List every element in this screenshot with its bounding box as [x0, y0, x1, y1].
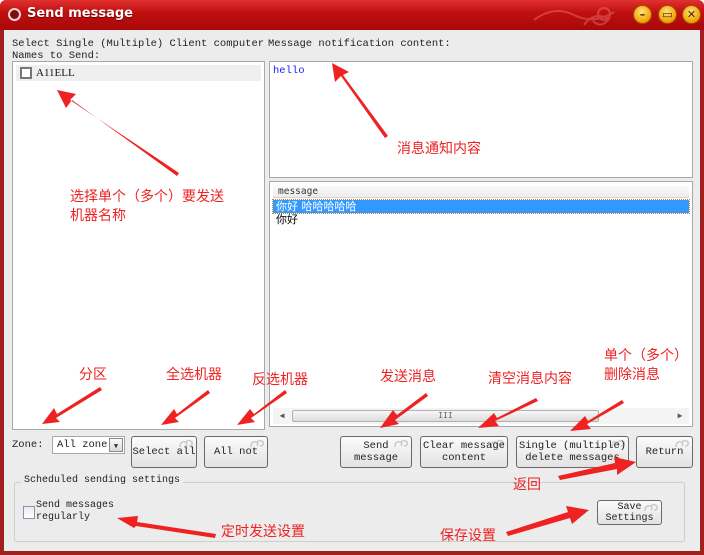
scroll-thumb[interactable]: III: [292, 410, 599, 422]
maximize-button[interactable]: ▭: [658, 5, 677, 24]
scroll-right-icon[interactable]: ▶: [675, 411, 685, 421]
return-button[interactable]: Return: [636, 436, 693, 468]
select-all-button[interactable]: Select all: [131, 436, 197, 468]
annotation-save: 保存设置: [440, 528, 496, 544]
return-label: Return: [645, 446, 684, 458]
close-icon: ✕: [686, 8, 697, 21]
annotation-zone: 分区: [79, 367, 107, 383]
zone-select[interactable]: All zone ▼: [52, 436, 125, 454]
close-button[interactable]: ✕: [682, 5, 701, 24]
client-checkbox[interactable]: [20, 67, 32, 79]
all-not-label: All not: [213, 446, 259, 458]
send-regularly-label[interactable]: Send messages regularly: [36, 500, 114, 524]
message-column-header[interactable]: message: [273, 186, 689, 198]
annotation-scheduled: 定时发送设置: [221, 524, 305, 540]
client-list[interactable]: A11ELL: [12, 61, 265, 430]
dialog-body: Select Single (Multiple) Client computer…: [4, 30, 700, 551]
client-list-item[interactable]: A11ELL: [16, 65, 261, 81]
clear-message-button[interactable]: Clear message content: [420, 436, 508, 468]
send-regularly-checkbox[interactable]: [23, 506, 35, 519]
annotation-clear: 清空消息内容: [488, 371, 572, 387]
annotation-invert: 反选机器: [252, 372, 308, 388]
horizontal-scrollbar[interactable]: ◀ III ▶: [273, 408, 689, 424]
app-icon: [8, 8, 21, 21]
scheduled-sending-legend: Scheduled sending settings: [21, 475, 184, 486]
send-message-window: Send message – ▭ ✕ Select Single (Multip…: [0, 0, 704, 555]
annotation-return: 返回: [513, 477, 541, 493]
window-title: Send message: [27, 6, 133, 21]
save-settings-label: Save Settings: [605, 501, 654, 524]
scroll-left-icon[interactable]: ◀: [277, 411, 287, 421]
send-message-button[interactable]: Send message: [340, 436, 412, 468]
title-bar[interactable]: Send message – ▭ ✕: [0, 0, 704, 30]
message-content-value: hello: [273, 65, 305, 77]
zone-selected-value: All zone: [57, 439, 108, 451]
send-message-label: Send message: [353, 440, 399, 464]
minimize-icon: –: [639, 8, 646, 21]
annotation-send: 发送消息: [380, 369, 436, 385]
chevron-down-icon[interactable]: ▼: [109, 438, 123, 452]
message-content-label: Message notification content:: [268, 38, 451, 50]
all-not-button[interactable]: All not: [204, 436, 268, 468]
message-content-input[interactable]: hello: [269, 61, 693, 178]
clear-message-label: Clear message content: [423, 440, 505, 464]
annotation-client-list: 选择单个（多个）要发送 机器名称: [70, 189, 224, 224]
title-decoration: [533, 7, 615, 26]
message-row[interactable]: 你好 哈哈哈哈哈: [272, 199, 690, 214]
delete-messages-label: Single (multiple) delete messages: [518, 440, 627, 464]
save-settings-button[interactable]: Save Settings: [597, 500, 662, 525]
scheduled-sending-group: Scheduled sending settings Send messages…: [14, 475, 685, 542]
annotation-select-all: 全选机器: [166, 367, 222, 383]
message-table[interactable]: message 你好 哈哈哈哈哈 你好 ◀ III ▶: [269, 181, 693, 427]
annotation-delete: 单个（多个） 删除消息: [604, 348, 688, 383]
annotation-message-content: 消息通知内容: [397, 141, 481, 157]
select-all-label: Select all: [132, 446, 196, 458]
client-name: A11ELL: [36, 67, 75, 79]
zone-label: Zone:: [12, 439, 44, 451]
message-row[interactable]: 你好: [273, 213, 689, 226]
maximize-icon: ▭: [662, 8, 673, 21]
minimize-button[interactable]: –: [633, 5, 652, 24]
client-list-label: Select Single (Multiple) Client computer…: [12, 38, 265, 62]
delete-messages-button[interactable]: Single (multiple) delete messages: [516, 436, 629, 468]
